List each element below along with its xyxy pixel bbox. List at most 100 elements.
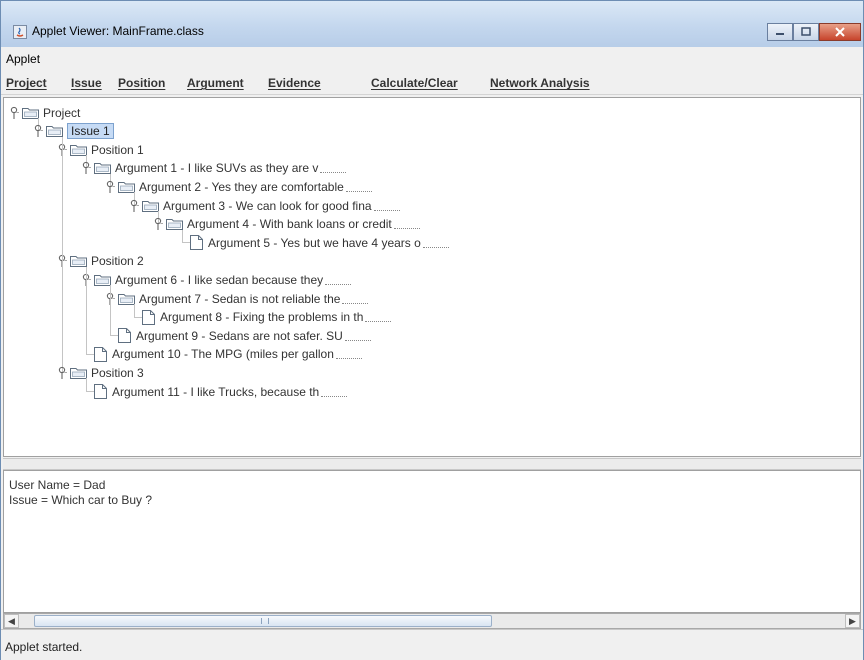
expand-handle-icon[interactable]	[153, 217, 163, 231]
tree-node-label: Issue 1	[67, 123, 114, 140]
tree-node-label: Argument 3 - We can look for good fina	[163, 198, 372, 213]
argument-tree[interactable]: Project Issue 1 Position 1 Argument 1 - I l…	[3, 97, 861, 457]
truncation-dots	[321, 387, 348, 397]
window-title: Applet Viewer: MainFrame.class	[32, 24, 204, 38]
tree-node-label: Argument 8 - Fixing the problems in th	[160, 310, 364, 325]
minimize-icon	[776, 33, 784, 35]
tree-node-label: Project	[43, 105, 81, 120]
folder-icon	[118, 181, 135, 193]
menu-network-analysis[interactable]: Network Analysis	[490, 76, 590, 90]
menu-evidence[interactable]: Evidence	[268, 76, 321, 90]
expand-handle-icon[interactable]	[33, 124, 43, 138]
expand-handle-icon[interactable]	[57, 366, 67, 380]
folder-icon	[94, 274, 111, 286]
expand-handle-icon[interactable]	[81, 161, 91, 175]
tree-leaf-node[interactable]: Argument 5 - Yes but we have 4 years o	[190, 234, 449, 251]
tree-node-label: Argument 5 - Yes but we have 4 years o	[208, 235, 421, 250]
tree-folder-node[interactable]: Argument 1 - I like SUVs as they are v	[81, 160, 347, 177]
scroll-thumb[interactable]	[34, 615, 492, 627]
tree-folder-node[interactable]: Project	[9, 104, 80, 121]
truncation-dots	[373, 201, 400, 211]
tree-folder-node[interactable]: Argument 7 - Sedan is not reliable the	[105, 290, 369, 307]
expand-handle-icon[interactable]	[9, 106, 19, 120]
arrow-right-icon: ▶	[849, 616, 856, 626]
menu-project[interactable]: Project	[6, 76, 47, 90]
window-controls	[767, 23, 861, 41]
maximize-icon	[801, 27, 811, 36]
folder-icon	[22, 107, 39, 119]
tree-leaf-node[interactable]: Argument 9 - Sedans are not safer. SU	[118, 327, 371, 344]
horizontal-scrollbar[interactable]: ◀ ▶	[3, 613, 861, 629]
tree-folder-node[interactable]: Position 3	[57, 364, 144, 381]
tree-node-label: Argument 7 - Sedan is not reliable the	[139, 291, 341, 306]
document-icon	[190, 235, 203, 251]
close-button[interactable]	[819, 23, 861, 41]
truncation-dots	[422, 238, 449, 248]
info-text-area[interactable]: User Name = Dad Issue = Which car to Buy…	[3, 470, 861, 613]
main-menu-bar: Project Issue Position Argument Evidence…	[1, 70, 863, 95]
truncation-dots	[365, 312, 392, 323]
tree-connector-line	[134, 304, 135, 317]
status-bar: Applet started.	[1, 629, 863, 660]
tree-folder-node[interactable]: Issue 1	[33, 123, 114, 140]
applet-viewer-window: Applet Viewer: MainFrame.class Applet Pr…	[0, 0, 864, 660]
expand-handle-icon[interactable]	[105, 180, 115, 194]
issue-line: Issue = Which car to Buy ?	[9, 493, 153, 507]
tree-connector-line	[86, 266, 87, 354]
folder-icon	[118, 293, 135, 305]
tree-node-label: Position 2	[91, 254, 144, 269]
minimize-button[interactable]	[767, 23, 793, 41]
tree-node-label: Argument 9 - Sedans are not safer. SU	[136, 328, 343, 343]
truncation-dots	[344, 331, 371, 341]
scroll-left-button[interactable]: ◀	[4, 614, 19, 628]
folder-icon	[70, 256, 87, 268]
tree-leaf-node[interactable]: Argument 11 - I like Trucks, because th	[94, 383, 348, 400]
tree-node-label: Argument 11 - I like Trucks, because th	[112, 384, 320, 399]
document-icon	[94, 346, 107, 362]
tree-folder-node[interactable]: Argument 6 - I like sedan because they	[81, 271, 352, 288]
user-name-line: User Name = Dad	[9, 478, 106, 492]
split-pane-divider[interactable]	[3, 458, 861, 470]
applet-menu[interactable]: Applet	[6, 52, 40, 66]
close-icon	[835, 27, 845, 37]
document-icon	[142, 309, 155, 325]
truncation-dots	[325, 275, 352, 285]
folder-icon	[70, 367, 87, 379]
folder-icon	[70, 144, 87, 156]
java-icon	[13, 25, 27, 39]
tree-leaf-node[interactable]: Argument 8 - Fixing the problems in th	[142, 309, 392, 326]
truncation-dots	[393, 219, 420, 230]
tree-node-label: Argument 1 - I like SUVs as they are v	[115, 161, 319, 176]
tree-folder-node[interactable]: Argument 4 - With bank loans or credit	[153, 216, 420, 233]
tree-node-label: Argument 2 - Yes they are comfortable	[139, 179, 344, 194]
tree-node-label: Position 1	[91, 142, 144, 157]
folder-icon	[142, 200, 159, 212]
menu-argument[interactable]: Argument	[187, 76, 244, 90]
tree-node-label: Argument 10 - The MPG (miles per gallon	[112, 347, 334, 362]
tree-node-label: Position 3	[91, 365, 144, 380]
folder-icon	[94, 163, 111, 175]
status-text: Applet started.	[5, 640, 83, 654]
tree-folder-node[interactable]: Position 1	[57, 141, 144, 158]
document-icon	[94, 384, 107, 399]
truncation-dots	[342, 294, 369, 304]
tree-folder-node[interactable]: Position 2	[57, 253, 144, 270]
arrow-left-icon: ◀	[8, 616, 15, 626]
tree-leaf-node[interactable]: Argument 10 - The MPG (miles per gallon	[94, 346, 362, 363]
folder-icon	[166, 219, 183, 231]
tree-node-label: Argument 6 - I like sedan because they	[115, 272, 324, 287]
grip-icon	[261, 618, 269, 624]
applet-menu-bar: Applet	[1, 47, 863, 69]
scroll-right-button[interactable]: ▶	[845, 614, 860, 628]
tree-node-label: Argument 4 - With bank loans or credit	[187, 217, 392, 232]
title-bar[interactable]: Applet Viewer: MainFrame.class	[1, 1, 863, 47]
tree-folder-node[interactable]: Argument 2 - Yes they are comfortable	[105, 178, 372, 195]
maximize-button[interactable]	[793, 23, 819, 41]
menu-issue[interactable]: Issue	[71, 76, 102, 90]
tree-folder-node[interactable]: Argument 3 - We can look for good fina	[129, 197, 400, 214]
tree-connector-line	[86, 378, 87, 391]
expand-handle-icon[interactable]	[129, 199, 139, 213]
menu-calculate-clear[interactable]: Calculate/Clear	[371, 76, 458, 90]
folder-icon	[46, 126, 63, 138]
menu-position[interactable]: Position	[118, 76, 165, 90]
